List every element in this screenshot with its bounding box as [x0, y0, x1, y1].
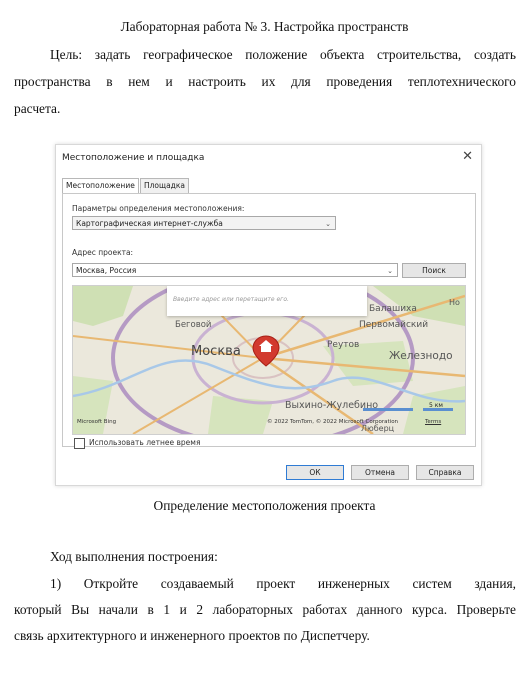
cancel-button[interactable]: Отмена	[351, 465, 409, 480]
tab-location[interactable]: Местоположение	[62, 178, 139, 194]
goal-line-1: Цель: задать географическое положение об…	[50, 47, 516, 62]
chevron-down-icon: ⌄	[387, 267, 393, 275]
close-icon[interactable]: ✕	[462, 149, 473, 164]
document-title: Лабораторная работа № 3. Настройка прост…	[120, 19, 409, 34]
map-label-no: Но	[449, 298, 460, 307]
bing-logo: Microsoft Bing	[77, 419, 117, 425]
dst-label: Использовать летнее время	[89, 438, 201, 447]
ok-button[interactable]: ОК	[286, 465, 344, 480]
chevron-down-icon: ⌄	[325, 220, 331, 228]
progress-heading: Ход выполнения построения:	[50, 549, 218, 564]
map-label-vykhino: Выхино-Жулебино	[285, 400, 379, 411]
tab-site[interactable]: Площадка	[140, 178, 189, 193]
dialog-title: Местоположение и площадка	[62, 153, 205, 163]
step1-line-3: связь архитектурного и инженерного проек…	[14, 628, 370, 643]
location-dialog: Местоположение и площадка ✕ Местоположен…	[55, 144, 482, 486]
map-scale: 5 км	[429, 402, 443, 409]
step1-line-2: который Вы начали в 1 и 2 лабораторных р…	[14, 602, 516, 617]
address-input[interactable]: Москва, Россия ⌄	[72, 263, 398, 277]
map-label-zheleznodor: Железнодо	[389, 350, 453, 362]
dst-checkbox[interactable]	[74, 438, 85, 449]
map-copyright: © 2022 TomTom, © 2022 Microsoft Corporat…	[267, 419, 399, 425]
goal-line-3: расчета.	[14, 101, 61, 116]
map-search-tooltip[interactable]: Введите адрес или перетащите его.	[167, 286, 367, 316]
params-label: Параметры определения местоположения:	[72, 204, 245, 213]
help-button[interactable]: Справка	[416, 465, 474, 480]
step1-line-1: 1) Откройте создаваемый проект инженерны…	[50, 576, 516, 591]
method-value: Картографическая интернет-служба	[76, 219, 223, 228]
map-label-balashikha: Балашиха	[369, 304, 417, 314]
address-value: Москва, Россия	[76, 266, 137, 275]
map-label-begovoy: Беговой	[175, 320, 212, 330]
map-label-pervomaysky: Первомайский	[359, 320, 429, 330]
figure-caption: Определение местоположения проекта	[153, 498, 376, 513]
map-label-moscow: Москва	[191, 344, 241, 359]
map-label-lyubertsy: Люберц	[361, 424, 395, 433]
address-label: Адрес проекта:	[72, 248, 134, 257]
map-view[interactable]: Введите адрес или перетащите его. Бегово…	[72, 285, 466, 435]
search-button[interactable]: Поиск	[402, 263, 466, 278]
method-select[interactable]: Картографическая интернет-служба ⌄	[72, 216, 336, 230]
map-terms-link[interactable]: Terms	[425, 419, 441, 425]
goal-line-2: пространства в нем и настроить их для пр…	[14, 74, 516, 89]
map-label-reutov: Реутов	[327, 340, 360, 350]
